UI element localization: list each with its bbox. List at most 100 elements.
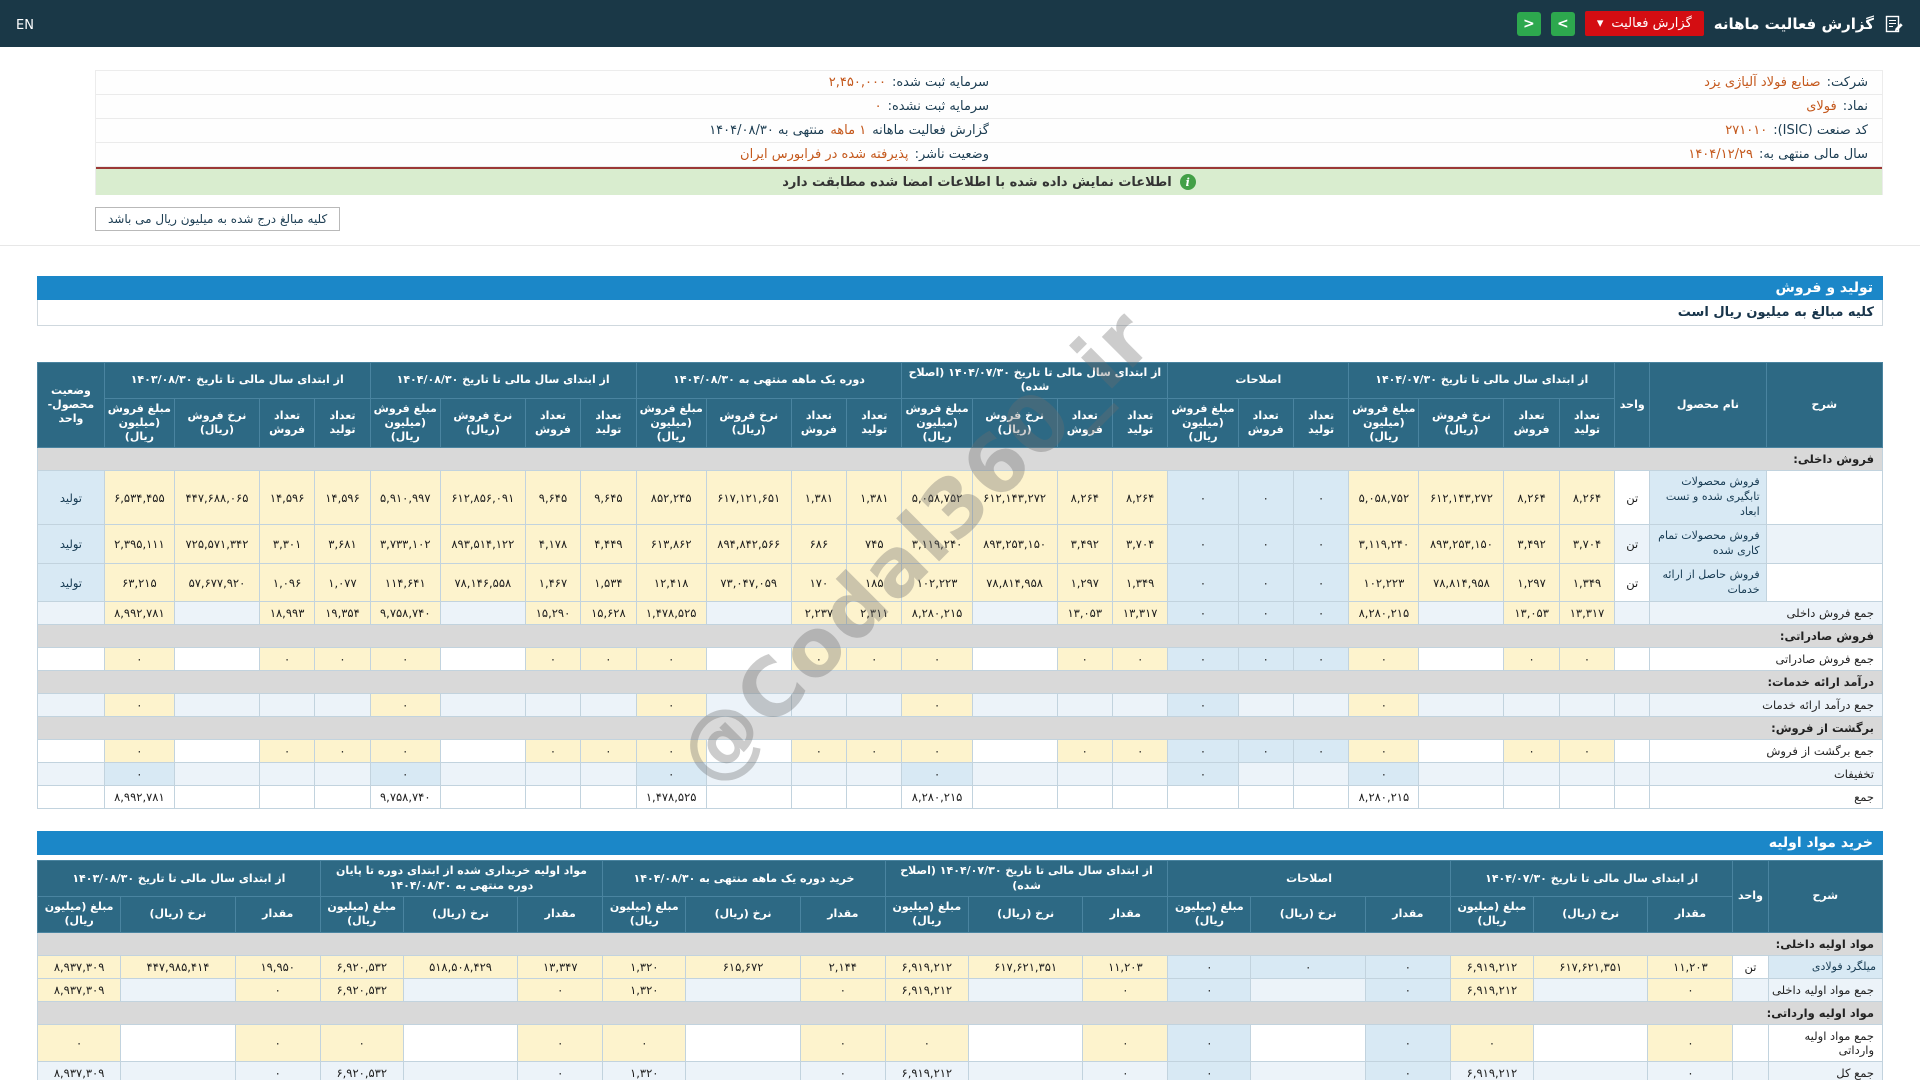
num c-yellow-cell: ۰ [1056,647,1113,672]
num c-yellow-cell: ۷۸,۸۱۴,۹۵۸ [1418,562,1505,603]
num c-yellow-cell: ۰ [790,647,848,672]
unregistered-capital-value: ۰ [874,99,882,114]
column-header: شرح [1767,860,1883,933]
report-period-field: گزارش فعالیت ماهانه ۱ ماهه منتهی به ۱۴۰۴… [110,123,989,138]
section-label-cell: برگشت از فروش: [37,716,1883,741]
column-header: مبلغ فروش (میلیون ریال) [1348,397,1420,449]
num c-blue-cell: ۰ [1237,647,1294,672]
column-header: تعداد تولید [1292,397,1350,449]
num c-yellow-cell: ۱۰۲,۲۲۳ [901,562,973,603]
column-header: مقدار [1647,895,1734,933]
column-header: مواد اولیه خریداری شده از ابتدای دوره تا… [319,860,604,897]
column-header: از ابتدای سال مالی تا تاریخ ۱۴۰۴/۰۷/۳۰ [1449,860,1734,897]
column-header: مبلغ فروش (میلیون ریال) [369,397,441,449]
num-cell [314,785,371,810]
column-header: از ابتدای سال مالی تا تاریخ ۱۴۰۴/۰۷/۳۰ (… [901,362,1169,399]
product-row: فروش محصولات تابگیری شده و تست ابعاد تن ۸,… [37,470,1884,526]
column-header: از ابتدای سال مالی تا تاریخ ۱۴۰۴/۰۷/۳۰ (… [884,860,1169,897]
num c-yellow-cell: ۶۱۲,۱۴۳,۲۷۲ [1418,470,1505,526]
num c-yellow-cell: ۱۱,۲۰۳ [1082,954,1169,980]
label-cell: تخفیفات [1649,762,1883,787]
num c-yellow-cell: ۰ [369,647,441,672]
publisher-status-field: وضعیت ناشر: پذیرفته شده در فرابورس ایران [110,147,989,162]
num c-yellow-cell: ۶۱۷,۶۲۱,۳۵۱ [967,954,1084,980]
report-period-value: ۱ ماهه [830,123,867,138]
name-cell: میلگرد فولادی [1767,954,1883,980]
num-cell [705,647,792,672]
info-row: نماد: فولای سرمایه ثبت نشده: ۰ [96,95,1882,119]
unit-cell [1732,1024,1769,1063]
num c-yellow-cell: ۰ [846,647,903,672]
info-row: سال مالی منتهی به: ۱۴۰۴/۱۲/۲۹ وضعیت ناشر… [96,143,1882,167]
num c-yellow-cell: ۱,۳۸۱ [846,470,903,526]
column-header: از ابتدای سال مالی تا تاریخ ۱۴۰۴/۰۸/۳۰ [369,362,637,399]
num c-blue-cell: ۰ [1167,647,1239,672]
num-cell: ۹,۷۵۸,۷۴۰ [369,785,441,810]
column-header: تعداد فروش [790,397,848,449]
num-cell [1237,785,1294,810]
num c-yellow-cell: ۰ [1558,647,1616,672]
num c-yellow-cell: ۶,۹۱۹,۲۱۲ [884,954,969,980]
num c-yellow-cell: ۰ [1647,978,1734,1003]
column-header: نرخ فروش (ریال) [705,397,792,449]
section-label-cell: مواد اولیه داخلی: [37,931,1883,956]
column-header: دوره یک ماهه منتهی به ۱۴۰۴/۰۸/۳۰ [635,362,903,399]
num-cell [580,693,637,718]
amounts-unit-note: کلیه مبالغ درج شده به میلیون ریال می باش… [95,207,341,231]
num c-yellow-cell: ۴,۱۷۸ [524,524,582,564]
num-cell [37,647,105,672]
num c-blue-cell: ۰ [103,762,175,787]
num c-blue-cell: ۰ [1292,647,1350,672]
num-cell [1558,785,1616,810]
num-cell [971,739,1058,764]
num c-yellow-cell: ۰ [580,647,637,672]
sharh-cell [1765,562,1884,603]
num-cell: ۸,۲۸۰,۲۱۵ [1348,785,1420,810]
page-title: گزارش فعالیت ماهانه [1713,14,1874,33]
section-row: مواد اولیه داخلی: [37,931,1883,956]
section-row: فروش داخلی: [37,447,1883,472]
company-info-card: شرکت: صنایع فولاد آلیاژی یزد سرمایه ثبت … [95,70,1883,195]
num c-yellow-cell: ۱۷۰ [790,562,848,603]
num c-yellow-cell: ۶۱۳,۸۶۲ [635,524,707,564]
nav-forward-button[interactable]: > [1550,11,1575,36]
column-header: شرح [1765,361,1884,449]
num c-yellow-cell: ۰ [319,1024,404,1063]
num-cell [971,647,1058,672]
num c-yellow-cell: ۸,۲۸۰,۲۱۵ [1348,601,1420,626]
num c-yellow-cell: ۲,۱۴۴ [799,954,886,980]
company-name-field: شرکت: صنایع فولاد آلیاژی یزد [989,75,1868,90]
num-cell [1292,785,1350,810]
num-cell [971,785,1058,810]
unit-cell [1614,762,1651,787]
num c-yellow-cell: ۰ [103,739,175,764]
num c-yellow-cell: ۸,۲۶۴ [1558,470,1616,526]
num c-yellow-cell: ۳,۷۰۴ [1558,524,1616,564]
column-header: مبلغ (میلیون ریال) [319,895,404,933]
report-type-button[interactable]: گزارش فعالیت ▾ [1584,11,1704,36]
num-cell: ۶,۹۱۹,۲۱۲ [1449,1061,1534,1080]
name-cell: فروش محصولات تابگیری شده و تست ابعاد [1649,470,1767,526]
num-cell [705,601,792,626]
num-cell [1111,693,1169,718]
num c-yellow-cell: ۸,۹۹۲,۷۸۱ [103,601,175,626]
unit-cell: تن [1614,562,1651,603]
nav-back-button[interactable]: < [1516,11,1541,36]
unit-cell: تن [1614,524,1651,564]
num c-blue-cell: ۰ [1167,693,1239,718]
num c-yellow-cell: ۰ [1449,1024,1534,1063]
num c-yellow-cell: ۱۳,۳۱۷ [1111,601,1169,626]
publisher-status-label: وضعیت ناشر: [914,147,989,162]
num c-yellow-cell: ۰ [524,739,582,764]
column-header: تعداد فروش [524,397,582,449]
num-cell [1167,785,1239,810]
column-header: مبلغ فروش (میلیون ریال) [1167,397,1239,449]
num c-blue-cell: ۰ [1167,954,1252,980]
num c-blue-cell: ۰ [1167,739,1239,764]
num c-yellow-cell: ۰ [1056,739,1113,764]
column-header: از ابتدای سال مالی تا تاریخ ۱۴۰۳/۰۸/۳۰ [103,362,371,399]
column-header: واحد [1614,361,1651,449]
language-toggle[interactable]: EN [16,18,34,33]
num-cell: ۱,۴۷۸,۵۲۵ [635,785,707,810]
unit-cell [1614,601,1651,626]
